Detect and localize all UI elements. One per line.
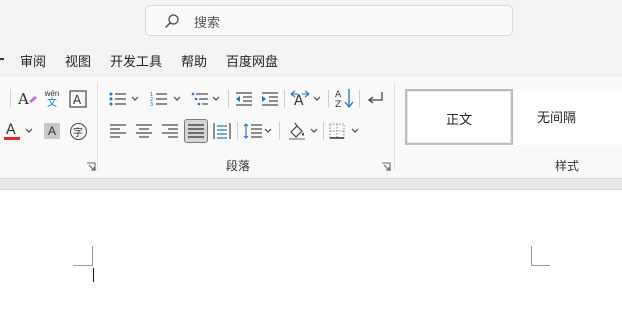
bullets-dropdown-icon[interactable] bbox=[131, 88, 139, 110]
menu-overflow-edge bbox=[0, 58, 4, 60]
menu-bar: 审阅 视图 开发工具 帮助 百度网盘 bbox=[0, 45, 622, 75]
ruler-strip bbox=[0, 178, 622, 190]
show-paragraph-marks-icon[interactable] bbox=[364, 88, 386, 110]
paragraph-dialog-launcher-icon[interactable] bbox=[381, 162, 391, 172]
clear-formatting-icon[interactable]: A bbox=[16, 88, 38, 110]
shading-icon[interactable] bbox=[286, 120, 308, 142]
numbering-dropdown-icon[interactable] bbox=[173, 88, 181, 110]
bullets-icon[interactable] bbox=[107, 88, 129, 110]
paragraph-divider bbox=[328, 90, 329, 108]
group-separator bbox=[97, 82, 98, 170]
style-normal[interactable]: 正文 bbox=[405, 89, 513, 145]
style-normal-label: 正文 bbox=[445, 112, 472, 127]
menu-developer[interactable]: 开发工具 bbox=[110, 51, 162, 70]
character-spacing-icon[interactable]: A bbox=[289, 88, 311, 110]
paragraph-divider bbox=[359, 90, 360, 108]
borders-icon[interactable] bbox=[326, 120, 348, 142]
decrease-indent-icon[interactable] bbox=[233, 88, 255, 110]
style-no-spacing[interactable]: 无间隔 bbox=[515, 89, 622, 145]
sort-icon[interactable]: A Z bbox=[333, 87, 355, 109]
align-left-icon[interactable] bbox=[107, 120, 129, 142]
font-color-dropdown-icon[interactable] bbox=[25, 120, 33, 142]
numbering-icon[interactable]: 1 2 3 bbox=[148, 88, 170, 110]
phonetic-top: wén bbox=[44, 89, 60, 98]
enclose-characters-icon[interactable]: 字 bbox=[67, 120, 89, 142]
svg-text:3: 3 bbox=[150, 102, 153, 107]
distributed-align-icon[interactable] bbox=[211, 120, 233, 142]
svg-text:A: A bbox=[294, 93, 304, 108]
svg-text:Z: Z bbox=[335, 100, 341, 109]
line-spacing-dropdown-icon[interactable] bbox=[264, 120, 272, 142]
menu-baidu-netdisk[interactable]: 百度网盘 bbox=[226, 51, 278, 70]
increase-indent-icon[interactable] bbox=[259, 88, 281, 110]
svg-text:A: A bbox=[335, 90, 342, 100]
crop-mark-left-vertical bbox=[92, 246, 93, 266]
svg-text:A: A bbox=[73, 93, 82, 107]
menu-view[interactable]: 视图 bbox=[65, 51, 91, 70]
paragraph-divider bbox=[279, 122, 280, 140]
search-placeholder: 搜索 bbox=[194, 15, 221, 30]
align-center-icon[interactable] bbox=[133, 120, 155, 142]
styles-group-label: 样式 bbox=[555, 159, 580, 173]
crop-mark-right-vertical bbox=[531, 246, 532, 266]
menu-help[interactable]: 帮助 bbox=[181, 51, 207, 70]
document-page[interactable] bbox=[0, 190, 622, 322]
menu-review[interactable]: 审阅 bbox=[20, 51, 46, 70]
paragraph-divider bbox=[237, 122, 238, 140]
paragraph-divider bbox=[228, 90, 229, 108]
multilevel-list-icon[interactable] bbox=[189, 88, 211, 110]
paragraph-divider bbox=[323, 122, 324, 140]
justify-icon[interactable] bbox=[184, 119, 208, 143]
text-cursor bbox=[93, 268, 94, 282]
character-shading-label: A bbox=[47, 124, 56, 138]
character-spacing-dropdown-icon[interactable] bbox=[313, 88, 321, 110]
character-border-icon[interactable]: A bbox=[67, 88, 89, 110]
phonetic-guide-icon[interactable]: wén 文 bbox=[41, 88, 63, 110]
paragraph-divider bbox=[284, 90, 285, 108]
enclosed-char-label: 字 bbox=[73, 127, 83, 139]
crop-mark-left-horizontal bbox=[73, 265, 93, 266]
align-right-icon[interactable] bbox=[159, 120, 181, 142]
shading-dropdown-icon[interactable] bbox=[310, 120, 318, 142]
font-dialog-launcher-icon[interactable] bbox=[86, 162, 96, 172]
ribbon-left-divider bbox=[10, 89, 11, 107]
line-spacing-icon[interactable] bbox=[242, 120, 264, 142]
search-icon bbox=[165, 14, 179, 28]
svg-text:A: A bbox=[6, 122, 16, 138]
font-color-icon[interactable]: A bbox=[2, 120, 24, 142]
multilevel-list-dropdown-icon[interactable] bbox=[212, 88, 220, 110]
crop-mark-right-horizontal bbox=[531, 265, 550, 266]
paragraph-group-label: 段落 bbox=[226, 159, 251, 173]
borders-dropdown-icon[interactable] bbox=[351, 120, 359, 142]
phonetic-bottom: 文 bbox=[47, 98, 57, 109]
character-shading-icon[interactable]: A bbox=[41, 120, 63, 142]
style-no-spacing-label: 无间隔 bbox=[536, 110, 576, 125]
svg-text:A: A bbox=[17, 90, 29, 108]
group-separator bbox=[394, 82, 395, 170]
search-box[interactable]: 搜索 bbox=[145, 5, 513, 36]
